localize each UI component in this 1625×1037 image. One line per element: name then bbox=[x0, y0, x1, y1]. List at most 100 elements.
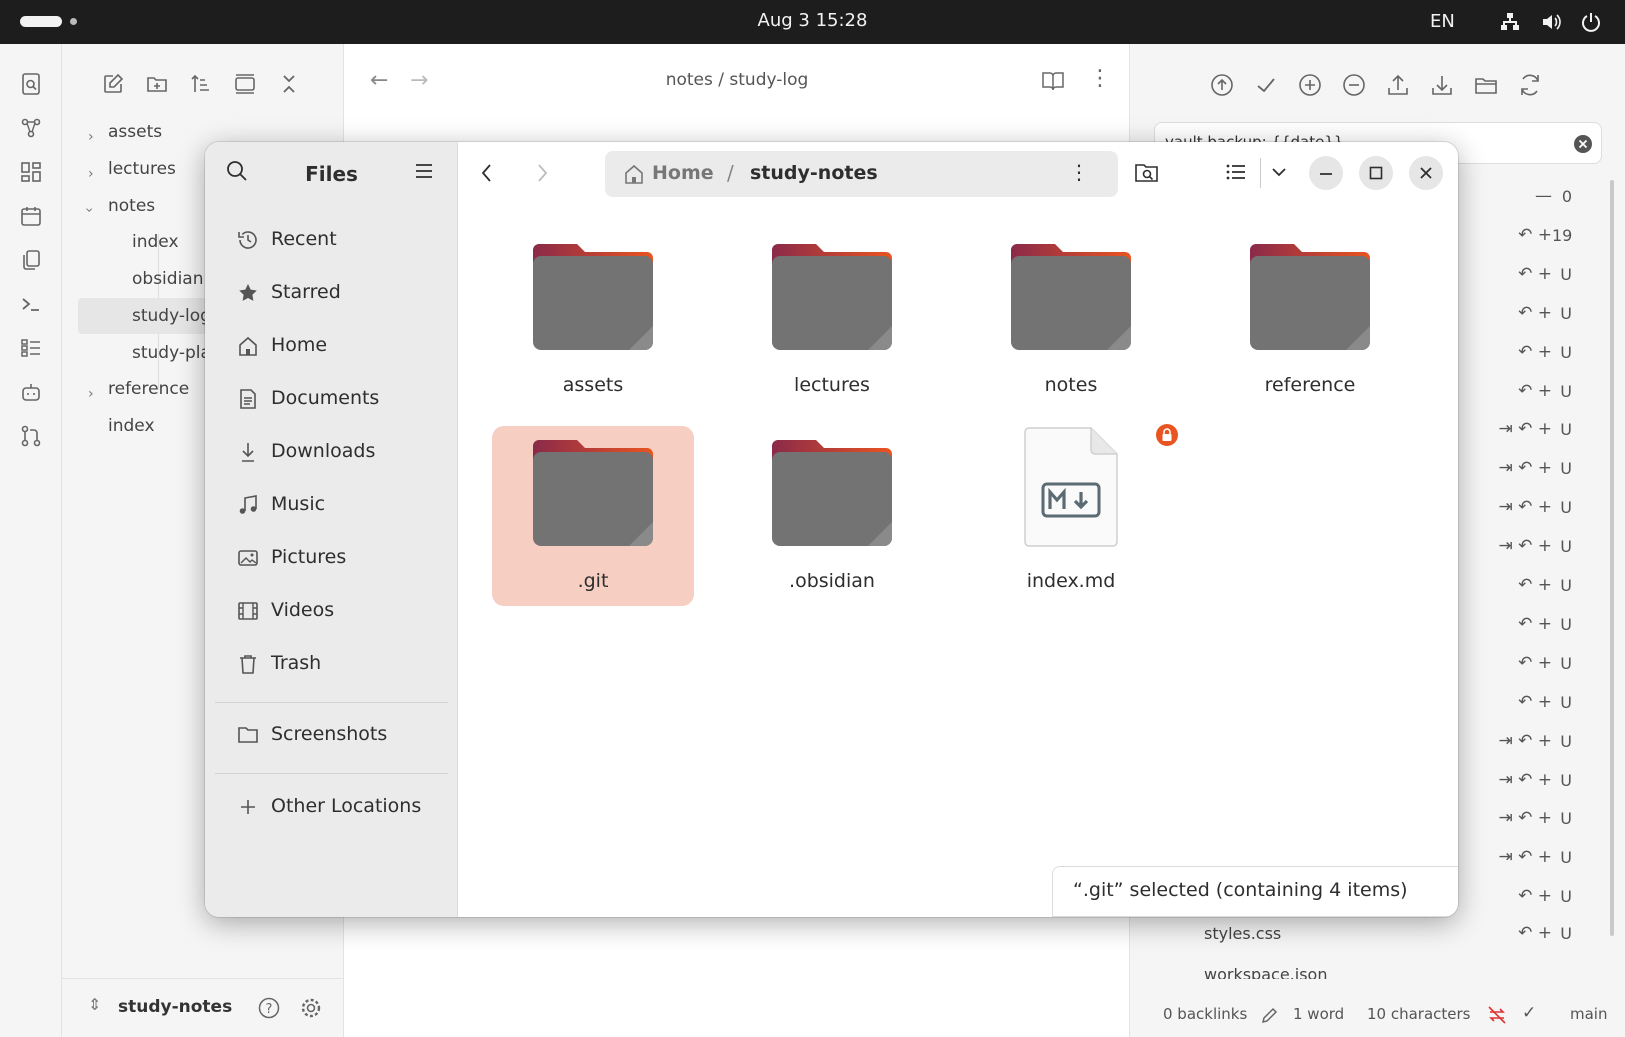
discard-stage-icons[interactable]: ⇥ ↶ + bbox=[1498, 731, 1552, 751]
clock[interactable]: Aug 3 15:28 bbox=[0, 10, 1625, 31]
folder-item-obsidian[interactable]: .obsidian bbox=[731, 426, 933, 612]
pull-icon[interactable] bbox=[1429, 72, 1455, 98]
check-icon[interactable]: ✓ bbox=[1522, 1003, 1536, 1023]
place-home[interactable]: Home bbox=[213, 323, 450, 369]
collapse-view-icon[interactable] bbox=[233, 72, 257, 96]
path-home[interactable]: Home bbox=[652, 162, 714, 184]
git-icon[interactable] bbox=[19, 424, 43, 448]
folder-item-notes[interactable]: notes bbox=[970, 222, 1172, 408]
view-options-chevron-icon[interactable] bbox=[1270, 164, 1288, 180]
stage-all-icon[interactable] bbox=[1297, 72, 1323, 98]
input-language[interactable]: EN bbox=[1430, 11, 1455, 32]
help-icon[interactable]: ? bbox=[257, 996, 281, 1020]
power-icon[interactable] bbox=[1580, 11, 1602, 33]
refresh-icon[interactable] bbox=[1517, 72, 1543, 98]
collapse-all-icon[interactable] bbox=[277, 72, 301, 96]
chevron-right-icon[interactable]: › bbox=[88, 386, 94, 402]
open-folder-icon[interactable] bbox=[1473, 72, 1499, 98]
reading-view-icon[interactable] bbox=[1041, 70, 1065, 92]
git-panel-scrollbar[interactable] bbox=[1610, 180, 1614, 936]
place-downloads[interactable]: Downloads bbox=[213, 429, 450, 475]
search-icon[interactable] bbox=[19, 72, 43, 96]
terminal-icon[interactable] bbox=[19, 292, 43, 316]
file-item-index-md[interactable]: index.md bbox=[970, 426, 1172, 612]
folder-item-git[interactable]: .git bbox=[492, 426, 694, 606]
discard-stage-icons[interactable]: ⇥ ↶ + bbox=[1498, 458, 1552, 478]
discard-stage-icons[interactable]: ↶ + bbox=[1518, 692, 1552, 712]
commit-check-icon[interactable] bbox=[1253, 72, 1279, 98]
push-icon[interactable] bbox=[1385, 72, 1411, 98]
unstage-all-icon[interactable] bbox=[1341, 72, 1367, 98]
edit-pencil-icon[interactable] bbox=[1260, 1005, 1280, 1025]
new-note-icon[interactable] bbox=[101, 72, 125, 96]
volume-icon[interactable] bbox=[1540, 11, 1562, 33]
minimize-button[interactable] bbox=[1309, 156, 1343, 190]
more-options-icon[interactable]: ⋮ bbox=[1089, 66, 1111, 91]
git-file-row[interactable]: workspace.json bbox=[1130, 953, 1600, 979]
canvas-icon[interactable] bbox=[19, 160, 43, 184]
calendar-icon[interactable] bbox=[19, 204, 43, 228]
chevron-right-icon[interactable]: › bbox=[88, 166, 94, 182]
discard-stage-icons[interactable]: ⇥ ↶ + bbox=[1498, 808, 1552, 828]
folder-item-assets[interactable]: assets bbox=[492, 222, 694, 408]
clear-input-icon[interactable] bbox=[1573, 134, 1593, 154]
place-other-locations[interactable]: Other Locations bbox=[213, 784, 450, 830]
sort-icon[interactable] bbox=[189, 72, 213, 96]
discard-stage-icons[interactable]: ⇥ ↶ + bbox=[1498, 536, 1552, 556]
place-pictures[interactable]: Pictures bbox=[213, 535, 450, 581]
place-starred[interactable]: Starred bbox=[213, 270, 450, 316]
close-button[interactable] bbox=[1409, 156, 1443, 190]
folder-item-lectures[interactable]: lectures bbox=[731, 222, 933, 408]
discard-stage-icons[interactable]: ↶ + bbox=[1518, 264, 1552, 284]
trash-icon bbox=[240, 655, 256, 674]
discard-stage-icons[interactable]: ↶ + bbox=[1518, 303, 1552, 323]
hamburger-menu-icon[interactable] bbox=[412, 159, 436, 183]
discard-stage-icons[interactable]: ↶ + bbox=[1518, 614, 1552, 634]
chevron-right-icon[interactable]: › bbox=[88, 129, 94, 145]
chevron-down-icon[interactable]: › bbox=[81, 207, 97, 213]
discard-stage-icons[interactable]: ↶ + bbox=[1518, 886, 1552, 906]
place-videos[interactable]: Videos bbox=[213, 588, 450, 634]
path-menu-icon[interactable]: ⋮ bbox=[1069, 160, 1089, 184]
discard-stage-icons[interactable]: — bbox=[1535, 186, 1552, 206]
path-current[interactable]: study-notes bbox=[750, 162, 878, 184]
vault-name[interactable]: study-notes bbox=[118, 997, 232, 1017]
chevron-updown-icon[interactable]: ⇕ bbox=[88, 995, 101, 1014]
place-trash[interactable]: Trash bbox=[213, 641, 450, 687]
place-music[interactable]: Music bbox=[213, 482, 450, 528]
list-view-icon[interactable] bbox=[1225, 161, 1247, 183]
discard-stage-icons[interactable]: ↶ + bbox=[1518, 575, 1552, 595]
place-documents[interactable]: Documents bbox=[213, 376, 450, 422]
backlinks-count[interactable]: 0 backlinks bbox=[1163, 1005, 1247, 1023]
folder-item-reference[interactable]: reference bbox=[1209, 222, 1411, 408]
git-branch[interactable]: main bbox=[1570, 1005, 1607, 1023]
path-bar[interactable]: Home / study-notes ⋮ bbox=[605, 151, 1118, 197]
forward-button[interactable] bbox=[523, 154, 561, 192]
search-folder-icon[interactable] bbox=[1134, 161, 1160, 185]
discard-stage-icons[interactable]: ↶ + bbox=[1518, 923, 1552, 943]
copy-icon[interactable] bbox=[19, 248, 43, 272]
graph-icon[interactable] bbox=[19, 116, 43, 140]
network-icon[interactable] bbox=[1499, 11, 1521, 33]
discard-stage-icons[interactable]: ↶ + bbox=[1518, 653, 1552, 673]
discard-stage-icons[interactable]: ⇥ ↶ + bbox=[1498, 847, 1552, 867]
push-up-icon[interactable] bbox=[1209, 72, 1235, 98]
editor-breadcrumb[interactable]: notes / study-log bbox=[344, 70, 1130, 90]
settings-gear-icon[interactable] bbox=[299, 996, 323, 1020]
bot-icon[interactable] bbox=[19, 380, 43, 404]
outline-icon[interactable] bbox=[19, 336, 43, 360]
place-recent[interactable]: Recent bbox=[213, 217, 450, 263]
bookmark-screenshots[interactable]: Screenshots bbox=[213, 712, 450, 758]
git-file-row[interactable]: styles.css ↶ + U bbox=[1130, 915, 1600, 953]
documents-icon bbox=[240, 389, 256, 409]
discard-stage-icons[interactable]: ⇥ ↶ + bbox=[1498, 497, 1552, 517]
maximize-button[interactable] bbox=[1359, 156, 1393, 190]
discard-stage-icons[interactable]: ⇥ ↶ + bbox=[1498, 419, 1552, 439]
discard-stage-icons[interactable]: ↶ + bbox=[1518, 342, 1552, 362]
sync-disabled-icon[interactable] bbox=[1486, 1005, 1508, 1025]
discard-stage-icons[interactable]: ↶ + bbox=[1518, 225, 1552, 245]
discard-stage-icons[interactable]: ⇥ ↶ + bbox=[1498, 770, 1552, 790]
discard-stage-icons[interactable]: ↶ + bbox=[1518, 381, 1552, 401]
back-button[interactable] bbox=[468, 154, 506, 192]
new-folder-icon[interactable] bbox=[145, 72, 169, 96]
